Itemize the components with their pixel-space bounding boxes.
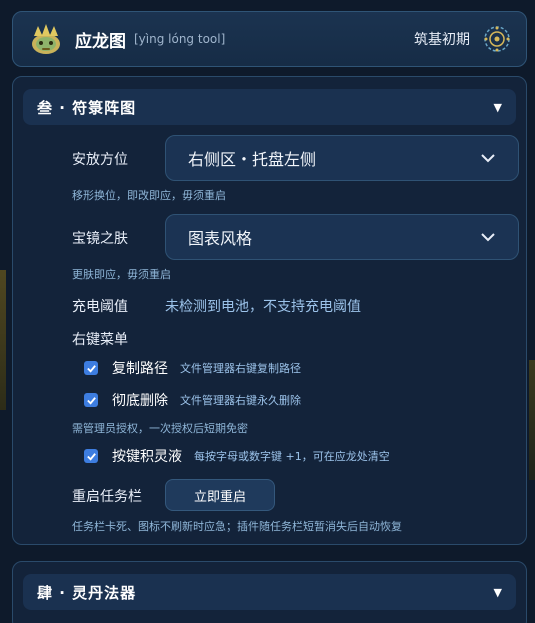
skin-hint: 更肤即应，毋须重启 [72,268,171,281]
restart-row: 重启任务栏 [72,486,142,506]
section-elixir-panel: 肆 · 灵丹法器 ▼ [12,561,527,623]
gear-sigil-icon[interactable] [482,24,512,54]
chevron-down-icon [481,233,495,242]
checkmark-icon [86,396,96,405]
placement-label: 安放方位 [72,152,128,168]
dragon-crown-icon [32,24,60,54]
header-right: 筑基初期 [414,24,512,54]
left-edge-glow [0,270,6,410]
cultivation-level: 筑基初期 [414,32,470,48]
skin-select[interactable]: 图表风格 [165,214,519,260]
delete-checkbox[interactable] [84,393,98,407]
charge-row: 充电阈值 [72,296,128,316]
keystroke-option[interactable]: 按键积灵液 每按字母或数字键 +1，可在应龙处清空 [84,446,390,466]
charge-label: 充电阈值 [72,299,128,315]
skin-label: 宝镜之肤 [72,231,128,247]
copy-path-option[interactable]: 复制路径 文件管理器右键复制路径 [84,358,301,378]
context-menu-label: 右键菜单 [72,332,128,348]
admin-hint: 需管理员授权，一次授权后短期免密 [72,422,248,435]
delete-label: 彻底删除 [112,393,168,409]
restart-label: 重启任务栏 [72,489,142,505]
copy-path-desc: 文件管理器右键复制路径 [180,362,301,375]
app-header: 应龙图 [yìng lóng tool] 筑基初期 [12,11,527,67]
delete-option[interactable]: 彻底删除 文件管理器右键永久删除 [84,390,301,410]
app-subtitle: [yìng lóng tool] [134,32,226,46]
section-talisman-panel: 叁 · 符箓阵图 ▼ 安放方位 右侧区・托盘左侧 移形换位，即改即应，毋须重启 … [12,76,527,545]
copy-path-label: 复制路径 [112,361,168,377]
copy-path-checkbox[interactable] [84,361,98,375]
section-header[interactable]: 叁 · 符箓阵图 ▼ [23,89,516,125]
charge-status: 未检测到电池，不支持充电阈值 [165,299,361,315]
section-header[interactable]: 肆 · 灵丹法器 ▼ [23,574,516,610]
chevron-down-icon [481,154,495,163]
placement-row: 安放方位 [72,149,128,169]
section-title: 叁 · 符箓阵图 [37,98,137,117]
checkmark-icon [86,364,96,373]
context-menu-row: 右键菜单 [72,329,128,349]
caret-down-icon[interactable]: ▼ [494,101,502,114]
keystroke-label: 按键积灵液 [112,449,182,465]
restart-now-button[interactable]: 立即重启 [165,479,275,511]
placement-hint: 移形换位，即改即应，毋须重启 [72,189,226,202]
delete-desc: 文件管理器右键永久删除 [180,394,301,407]
placement-select[interactable]: 右侧区・托盘左侧 [165,135,519,181]
caret-down-icon[interactable]: ▼ [494,586,502,599]
section-title: 肆 · 灵丹法器 [37,583,137,602]
charge-status-row: 未检测到电池，不支持充电阈值 [165,296,361,316]
checkmark-icon [86,452,96,461]
keystroke-checkbox[interactable] [84,449,98,463]
right-edge-glow [529,360,535,480]
keystroke-desc: 每按字母或数字键 +1，可在应龙处清空 [194,450,390,463]
app-title: 应龙图 [75,31,126,52]
placement-value: 右侧区・托盘左侧 [188,150,317,169]
restart-hint: 任务栏卡死、图标不刷新时应急；插件随任务栏短暂消失后自动恢复 [72,520,402,533]
skin-value: 图表风格 [188,229,253,248]
skin-row: 宝镜之肤 [72,228,128,248]
